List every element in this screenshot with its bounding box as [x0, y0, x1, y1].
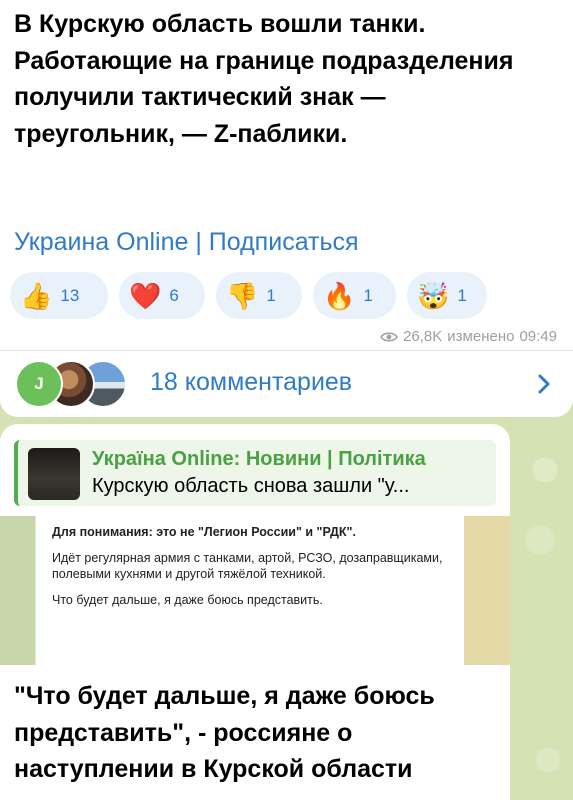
quote-line: Идёт регулярная армия с танками, артой, … [52, 551, 443, 581]
reaction-heart[interactable]: ❤️ 6 [119, 272, 205, 319]
reaction-count: 13 [60, 285, 80, 305]
chevron-right-icon [538, 374, 550, 394]
reaction-count: 1 [457, 285, 467, 305]
article-headline: "Что будет дальше, я даже боюсь представ… [14, 682, 435, 783]
edited-label: изменено [447, 328, 515, 345]
quote-line: Что будет дальше, я даже боюсь представи… [52, 593, 323, 607]
comments-button[interactable]: J 18 комментариев [0, 351, 573, 417]
reaction-fire[interactable]: 🔥 1 [313, 272, 396, 319]
comments-count-label: 18 комментариев [150, 368, 353, 396]
quote-text-block: Для понимания: это не "Легион России" и … [40, 516, 464, 665]
forwarded-message-bubble: Україна Online: Новини | Політика Курску… [0, 424, 510, 800]
view-count: 26,8K [403, 328, 443, 345]
channel-subscribe-link[interactable]: Украина Online | Подписаться [14, 228, 359, 257]
message-meta: 26,8K изменено 09:49 [380, 328, 557, 345]
quote-image[interactable]: Для понимания: это не "Легион России" и … [0, 516, 510, 665]
reaction-count: 6 [169, 285, 179, 305]
reply-text: Курскую область снова зашли "у... [92, 475, 410, 497]
fire-icon: 🔥 [323, 280, 356, 311]
avatar: J [15, 360, 63, 408]
reactions-row: 👍 13 ❤️ 6 👎 1 🔥 1 🤯 1 [10, 272, 487, 319]
message-bubble: В Курскую область вошли танки. Работающи… [0, 0, 573, 350]
message-time: 09:49 [519, 328, 557, 345]
reply-thumbnail [28, 448, 80, 500]
reaction-count: 1 [363, 285, 373, 305]
thumbs-down-icon: 👎 [226, 280, 259, 311]
message-text: В Курскую область вошли танки. Работающи… [14, 10, 514, 148]
reply-title: Україна Online: Новини | Політика [92, 448, 426, 470]
reaction-thumbs-down[interactable]: 👎 1 [216, 272, 302, 319]
eye-icon [380, 332, 398, 341]
reaction-exploding-head[interactable]: 🤯 1 [407, 272, 487, 319]
reaction-thumbs-up[interactable]: 👍 13 [10, 272, 108, 319]
commenter-avatars: J [15, 360, 135, 408]
heart-icon: ❤️ [129, 280, 162, 311]
quote-line: Для понимания: это не "Легион России" и … [52, 525, 356, 539]
thumbs-up-icon: 👍 [20, 280, 53, 311]
reaction-count: 1 [266, 285, 276, 305]
reply-preview[interactable]: Україна Online: Новини | Політика Курску… [14, 440, 496, 506]
exploding-head-icon: 🤯 [417, 280, 450, 311]
